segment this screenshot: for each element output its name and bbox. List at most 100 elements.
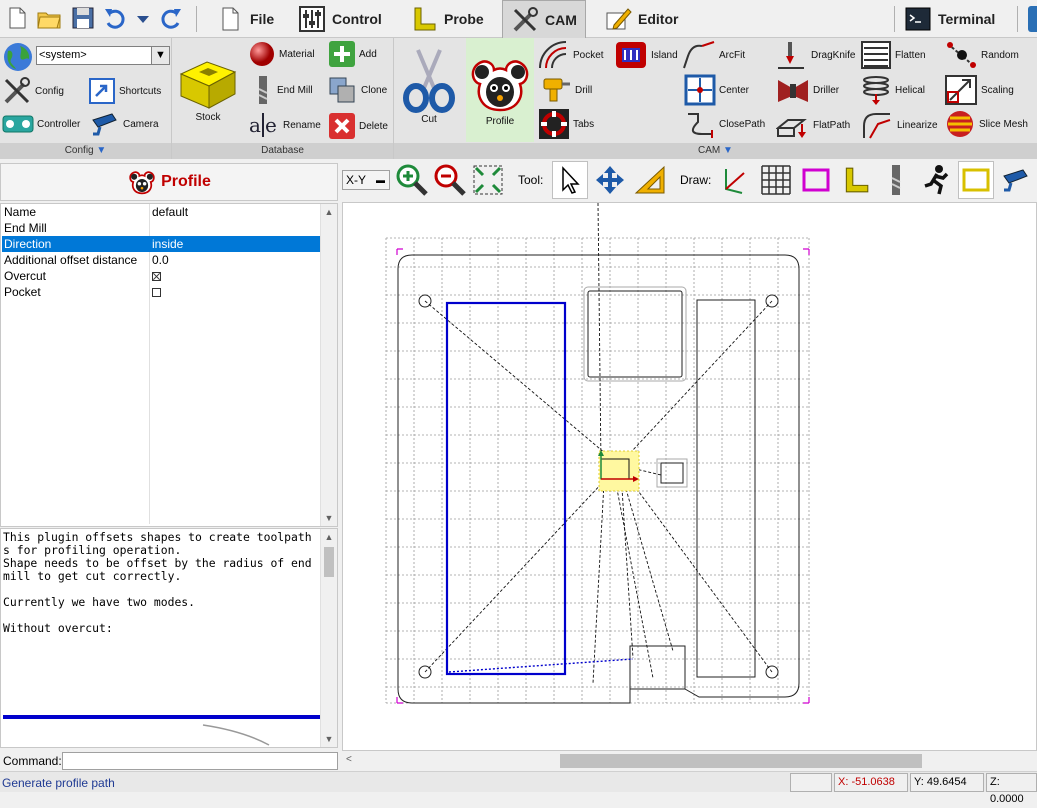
drill-button[interactable]: Drill [542,75,592,105]
draw-margins-button[interactable] [798,161,834,199]
config-dropdown[interactable]: <system> ▼ [36,46,170,65]
zoom-out-button[interactable] [432,161,468,199]
chevron-down-icon: ▼ [723,145,733,156]
scroll-thumb[interactable] [560,754,922,768]
help-scrollbar[interactable]: ▲ ▼ [320,529,337,747]
property-row-end-mill[interactable]: End Mill [2,220,320,236]
open-folder-icon[interactable] [36,5,62,31]
cam-group-label[interactable]: CAM ▼ [394,143,1037,159]
property-value[interactable]: default [152,204,188,220]
property-row-name[interactable]: Name default [2,204,320,220]
fit-view-button[interactable] [470,161,506,199]
scroll-thumb[interactable] [324,547,334,577]
drawing-canvas[interactable] [342,202,1037,751]
draw-grid-button[interactable] [758,161,794,199]
dragknife-button[interactable]: DragKnife [774,40,855,70]
axes-icon [725,169,745,194]
move-tool-button[interactable] [592,161,628,199]
draw-tool-button[interactable] [878,161,914,199]
draw-camera-button[interactable] [998,161,1034,199]
scroll-up-icon[interactable]: ▲ [321,529,337,545]
pocket-checkbox[interactable] [152,288,161,297]
material-button[interactable]: Material [248,40,315,68]
shortcuts-button[interactable]: Shortcuts [88,78,161,104]
draw-probe-button[interactable] [838,161,874,199]
new-file-icon[interactable] [4,5,30,31]
ruler-tool-button[interactable] [632,161,668,199]
end-mill-button[interactable]: End Mill [252,75,313,105]
flatpath-label: FlatPath [813,119,851,131]
command-input[interactable] [62,752,338,770]
zoom-in-button[interactable] [394,161,430,199]
control-icon [299,6,325,32]
save-icon[interactable] [70,5,96,31]
shortcut-arrow-icon [89,78,115,104]
island-button[interactable]: Island [614,40,678,70]
y-coordinate: Y: 49.6454 [910,773,984,792]
redo-icon[interactable] [158,5,184,31]
controller-label: Controller [37,118,81,130]
profile-button[interactable]: Profile [466,38,534,142]
config-group: <system> ▼ Config Shortcuts Controller C… [0,38,172,159]
draw-axes-button[interactable] [716,161,752,199]
scroll-left-icon[interactable]: < [346,754,352,765]
driller-button[interactable]: Driller [776,74,839,106]
undo-dropdown-icon[interactable] [134,5,152,31]
center-button[interactable]: Center [684,74,749,106]
tabs-button[interactable]: Tabs [538,108,594,140]
rename-button[interactable]: ae Rename [248,110,321,140]
property-row-direction[interactable]: Direction inside [2,236,320,252]
add-button[interactable]: Add [328,40,377,68]
scroll-down-icon[interactable]: ▼ [321,510,337,526]
slice-mesh-button[interactable]: Slice Mesh [944,108,1028,140]
clone-button[interactable]: Clone [328,76,387,104]
linearize-button[interactable]: Linearize [860,110,938,140]
property-row-offset[interactable]: Additional offset distance 0.0 [2,252,320,268]
random-label: Random [981,49,1019,61]
pocket-button[interactable]: Pocket [538,40,604,70]
scroll-up-icon[interactable]: ▲ [321,204,337,220]
select-tool-button[interactable] [552,161,588,199]
property-scrollbar[interactable]: ▲ ▼ [320,204,337,526]
stock-label: Stock [195,112,221,123]
property-row-overcut[interactable]: Overcut [2,268,320,284]
controller-button[interactable]: Controller [2,112,80,136]
tab-cam[interactable]: CAM [502,0,586,38]
arcfit-button[interactable]: ArcFit [682,40,745,70]
tab-control[interactable]: Control [290,0,390,38]
flatpath-button[interactable]: FlatPath [776,110,850,140]
slice-mesh-label: Slice Mesh [979,118,1028,130]
scaling-button[interactable]: Scaling [944,74,1014,106]
stock-button[interactable]: Stock [176,52,240,123]
delete-button[interactable]: Delete [328,112,388,140]
undo-icon[interactable] [102,5,128,31]
scroll-down-icon[interactable]: ▼ [321,731,337,747]
random-button[interactable]: Random [944,40,1019,70]
help-text-area[interactable]: This plugin offsets shapes to create too… [0,528,338,748]
tab-editor[interactable]: Editor [596,0,686,38]
property-value[interactable]: inside [152,236,183,252]
profile-mouse-icon [129,171,155,195]
config-button[interactable]: Config [2,76,64,106]
overcut-checkbox[interactable] [152,272,161,281]
overflow-tab-icon[interactable] [1028,6,1037,32]
tab-file[interactable]: File [208,0,282,38]
view-select[interactable]: X-Y ▬ [342,170,390,190]
closepath-button[interactable]: ClosePath [684,108,765,140]
helical-button[interactable]: Helical [860,74,925,106]
property-key: Pocket [4,285,41,299]
tab-probe[interactable]: Probe [402,0,492,38]
camera-button[interactable]: Camera [90,110,159,138]
property-row-pocket[interactable]: Pocket [2,284,320,300]
left-panel: Profile Name default End Mill Direction … [0,159,340,751]
property-value[interactable]: 0.0 [152,252,169,268]
canvas-horizontal-scrollbar[interactable]: < [342,751,1037,771]
tab-terminal[interactable]: Terminal [896,0,1003,38]
status-bar: Generate profile path X: -51.0638 Y: 49.… [0,771,1037,805]
cut-button[interactable]: Cut [396,46,462,142]
workarea-rectangle-icon [962,168,990,192]
draw-paths-button[interactable] [918,161,954,199]
draw-workarea-button[interactable] [958,161,994,199]
config-group-label[interactable]: Config ▼ [0,143,171,159]
flatten-button[interactable]: Flatten [860,40,926,70]
